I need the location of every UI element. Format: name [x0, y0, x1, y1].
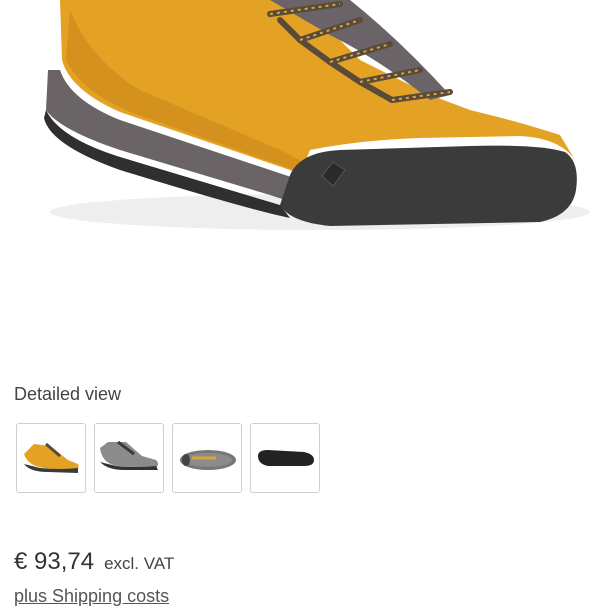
thumbnail-4[interactable] [250, 423, 320, 493]
thumbnail-1[interactable] [16, 423, 86, 493]
price: € 93,74 [14, 548, 95, 575]
thumbnail-3[interactable] [172, 423, 242, 493]
shoe-image [44, 0, 590, 230]
vat-note: excl. VAT [104, 554, 175, 573]
shoe-side-gray-thumbnail [100, 440, 158, 470]
product-page: Detailed view € 93,74 excl. VAT plus Shi… [0, 0, 606, 607]
shipping-costs-link[interactable]: plus Shipping costs [14, 586, 169, 607]
thumbnail-2[interactable] [94, 423, 164, 493]
detailed-view-heading: Detailed view [14, 384, 122, 404]
shoe-side-yellow-thumbnail [24, 442, 79, 473]
main-product-image[interactable] [0, 0, 606, 250]
shoe-top-thumbnail [180, 450, 236, 470]
shoe-sole-thumbnail [258, 450, 314, 466]
thumbnail-gallery [16, 423, 320, 493]
price-row: € 93,74 excl. VAT [14, 548, 174, 576]
